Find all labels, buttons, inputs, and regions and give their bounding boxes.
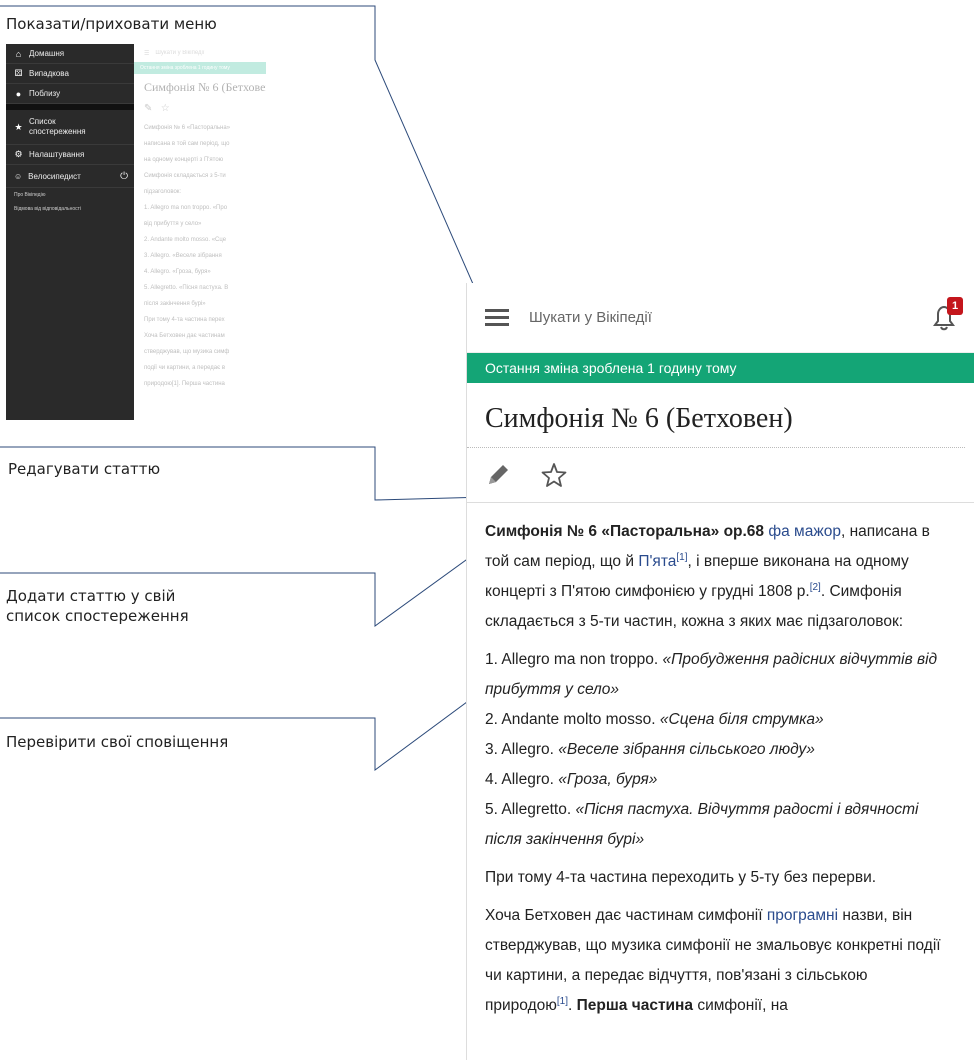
movement-item: 5. Allegretto. «Пісня пастуха. Відчуття … bbox=[485, 795, 957, 855]
mini-text-line: після закінчення бурі» bbox=[144, 301, 206, 307]
article-screenshot: Шукати у Вікіпедії 1 Остання зміна зробл… bbox=[466, 283, 974, 1060]
movement-title: «Сцена біля струмка» bbox=[659, 711, 824, 728]
menu-item-home[interactable]: ⌂ Домашня bbox=[6, 44, 134, 64]
star-icon: ★ bbox=[14, 121, 23, 132]
mini-text-line: від прибуття у село» bbox=[144, 221, 202, 227]
mini-text-line: написана в той сам період, що bbox=[144, 141, 230, 147]
gear-icon: ⚙ bbox=[14, 149, 23, 159]
mini-text-line: 1. Allegro ma non troppo. «Про bbox=[144, 205, 228, 211]
menu-item-watchlist[interactable]: ★ Список спостереження bbox=[6, 110, 134, 145]
menu-screenshot: ⌂ Домашня ⚄ Випадкова ● Поблизу ★ Список… bbox=[6, 44, 266, 420]
menu-item-nearby[interactable]: ● Поблизу bbox=[6, 84, 134, 104]
program-paragraph: Хоча Бетховен дає частинам симфонії прог… bbox=[485, 901, 957, 1021]
mini-search: Шукати у Вікіпедії bbox=[155, 50, 205, 56]
user-name: Велосипедист bbox=[28, 171, 81, 181]
first-movement-bold: Перша частина bbox=[576, 997, 694, 1014]
menu-disclaimer-link[interactable]: Відмова від відповідальності bbox=[6, 202, 134, 216]
home-icon: ⌂ bbox=[15, 48, 22, 59]
transition-paragraph: При тому 4-та частина переходить у 5-ту … bbox=[485, 869, 877, 886]
mini-text-line: При тому 4-та частина перех bbox=[144, 317, 225, 323]
logout-icon[interactable]: ⏻ bbox=[120, 171, 128, 182]
ref-1[interactable]: [1] bbox=[676, 552, 687, 563]
notifications-button[interactable]: 1 bbox=[931, 296, 963, 333]
ref-1b[interactable]: [1] bbox=[557, 996, 568, 1007]
page-actions bbox=[467, 448, 974, 503]
movement-item: 3. Allegro. «Веселе зібрання сільського … bbox=[485, 735, 957, 765]
menu-item-settings[interactable]: ⚙ Налаштування bbox=[6, 145, 134, 165]
location-icon: ● bbox=[15, 88, 22, 99]
dimmed-page: ☰ Шукати у Вікіпедії Остання зміна зробл… bbox=[134, 44, 266, 420]
mini-edit-icon: ✎ bbox=[144, 103, 153, 114]
movement-tempo: 1. Allegro ma non troppo. bbox=[485, 651, 663, 668]
mini-text-line: 3. Allegro. «Веселе зібрання bbox=[144, 253, 222, 259]
watch-callout-line2: список спостереження bbox=[6, 607, 189, 625]
search-input[interactable]: Шукати у Вікіпедії bbox=[529, 309, 931, 326]
movement-item: 1. Allegro ma non troppo. «Пробудження р… bbox=[485, 645, 957, 705]
ref-2[interactable]: [2] bbox=[810, 582, 821, 593]
last-edit-notice[interactable]: Остання зміна зроблена 1 годину тому bbox=[467, 353, 974, 383]
link-fifth[interactable]: П'ята bbox=[638, 553, 676, 570]
movement-tempo: 4. Allegro. bbox=[485, 771, 559, 788]
hamburger-menu-icon[interactable] bbox=[485, 309, 509, 326]
mini-hamburger-icon: ☰ bbox=[144, 50, 150, 57]
mini-title: Симфонія № 6 (Бетховен) bbox=[144, 80, 266, 94]
watch-callout-line1: Додати статтю у свій bbox=[6, 587, 176, 605]
side-menu: ⌂ Домашня ⚄ Випадкова ● Поблизу ★ Список… bbox=[6, 44, 134, 420]
mini-article-text: Симфонія № 6 «Пасторальна» написана в той… bbox=[134, 120, 266, 392]
mini-text-line: Симфонія складається з 5-ти bbox=[144, 173, 226, 179]
header-bar: Шукати у Вікіпедії 1 bbox=[467, 283, 974, 353]
menu-callout: Показати/приховати меню bbox=[6, 15, 217, 33]
movement-item: 4. Allegro. «Гроза, буря» bbox=[485, 765, 957, 795]
menu-about-link[interactable]: Про Вікіпедію bbox=[6, 188, 134, 202]
menu-user[interactable]: ☺ Велосипедист ⏻ bbox=[6, 165, 134, 188]
lead-bold: Симфонія № 6 «Пасторальна» op.68 bbox=[485, 523, 765, 540]
movement-title: «Веселе зібрання сільського люду» bbox=[558, 741, 815, 758]
movement-title: «Гроза, буря» bbox=[558, 771, 658, 788]
mini-header: ☰ Шукати у Вікіпедії bbox=[134, 44, 266, 62]
menu-item-random[interactable]: ⚄ Випадкова bbox=[6, 64, 134, 84]
edit-callout: Редагувати статтю bbox=[8, 460, 161, 478]
mini-star-icon: ☆ bbox=[160, 103, 170, 114]
mini-text-line: стверджував, що музика симф bbox=[144, 349, 230, 355]
mini-text-line: на одному концерті з П'ятою bbox=[144, 157, 224, 163]
notification-count-badge: 1 bbox=[947, 296, 963, 315]
menu-item-label: Випадкова bbox=[29, 69, 69, 78]
movement-tempo: 2. Andante molto mosso. bbox=[485, 711, 660, 728]
menu-item-label: Список спостереження bbox=[29, 117, 86, 136]
random-icon: ⚄ bbox=[14, 68, 23, 78]
watch-callout: Додати статтю у свій список спостереженн… bbox=[6, 586, 189, 626]
mini-text-line: Симфонія № 6 «Пасторальна» bbox=[144, 125, 231, 131]
edit-pencil-icon[interactable] bbox=[485, 462, 511, 488]
intro-paragraph: Симфонія № 6 «Пасторальна» op.68 фа мажо… bbox=[485, 517, 957, 637]
mini-actions: ✎ ☆ bbox=[134, 101, 266, 120]
mini-text-line: 5. Allegretto. «Пісня пастуха. В bbox=[144, 285, 229, 291]
para-text: . bbox=[568, 997, 577, 1014]
page-title: Симфонія № 6 (Бетховен) bbox=[467, 383, 965, 448]
movements-list: 1. Allegro ma non troppo. «Пробудження р… bbox=[485, 645, 957, 855]
mini-text-line: 2. Andante molto mosso. «Сце bbox=[144, 237, 227, 243]
mini-text-line: Хоча Бетховен дає частинам bbox=[144, 333, 225, 339]
notifications-callout: Перевірити свої сповіщення bbox=[6, 733, 229, 751]
menu-item-label: Домашня bbox=[29, 49, 65, 58]
mini-notice: Остання зміна зроблена 1 годину тому bbox=[134, 62, 266, 74]
movement-tempo: 3. Allegro. bbox=[485, 741, 559, 758]
mini-text-line: природою[1]. Перша частина bbox=[144, 381, 225, 387]
watch-star-icon[interactable] bbox=[541, 462, 567, 488]
link-fa-major[interactable]: фа мажор bbox=[768, 523, 841, 540]
menu-item-label: Поблизу bbox=[29, 89, 61, 98]
movement-item: 2. Andante molto mosso. «Сцена біля стру… bbox=[485, 705, 957, 735]
article-body: Симфонія № 6 «Пасторальна» op.68 фа мажо… bbox=[467, 503, 974, 1021]
para-text: симфонії, на bbox=[693, 997, 788, 1014]
mini-text-line: 4. Allegro. «Гроза, буря» bbox=[144, 269, 211, 275]
link-programmatic[interactable]: програмні bbox=[767, 907, 838, 924]
user-icon: ☺ bbox=[14, 171, 23, 181]
movement-tempo: 5. Allegretto. bbox=[485, 801, 576, 818]
menu-item-label: Налаштування bbox=[29, 150, 85, 159]
para-text: Хоча Бетховен дає частинам симфонії bbox=[485, 907, 767, 924]
mini-text-line: підзаголовок: bbox=[144, 189, 182, 195]
mini-text-line: події чи картини, а передає в bbox=[144, 365, 226, 371]
